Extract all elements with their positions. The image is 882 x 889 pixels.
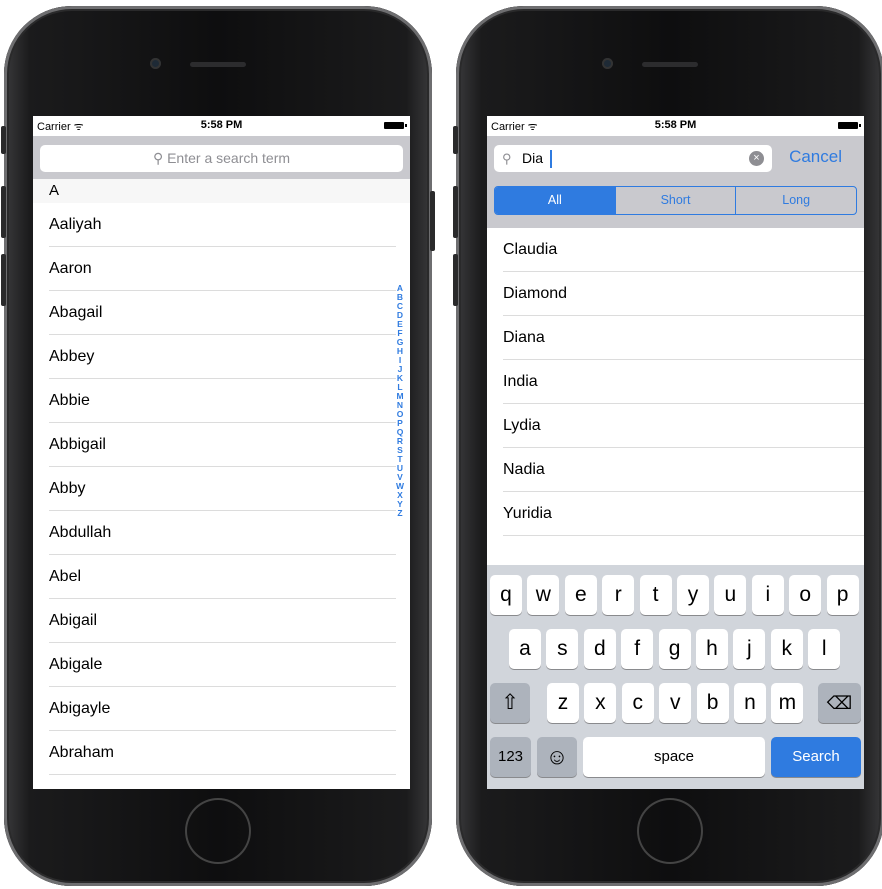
letter-key[interactable]: k [770, 629, 803, 669]
letter-key[interactable]: z [547, 683, 579, 723]
index-letter[interactable]: Z [394, 509, 406, 518]
keyboard: qwertyuiop asdfghjkl ⇧ zxcvbnm ⌫ 123 ☺ s… [487, 565, 864, 789]
home-button[interactable] [637, 798, 703, 864]
right-screen: Carrier ᯤ 5:58 PM ⚲ Dia × Cancel All Sho… [487, 116, 864, 789]
letter-key[interactable]: l [808, 629, 841, 669]
emoji-key[interactable]: ☺ [537, 737, 577, 777]
status-bar: Carrier ᯤ 5:58 PM [487, 116, 864, 136]
search-icon: ⚲ [502, 151, 512, 166]
search-key[interactable]: Search [771, 737, 861, 777]
text-cursor [550, 150, 552, 168]
letter-key[interactable]: e [564, 575, 597, 615]
letter-key[interactable]: f [621, 629, 654, 669]
volume-up-button [1, 186, 6, 238]
list-item[interactable]: Aaliyah [33, 203, 410, 247]
camera-icon [602, 58, 613, 69]
result-item[interactable]: Claudia [487, 228, 864, 272]
search-input[interactable]: ⚲ Enter a search term [40, 145, 403, 172]
space-key[interactable]: space [583, 737, 765, 777]
letter-key[interactable]: d [583, 629, 616, 669]
volume-down-button [453, 254, 458, 306]
battery-icon [838, 122, 861, 129]
list-item[interactable]: Abby [33, 467, 410, 511]
mute-switch [1, 126, 6, 154]
letter-key[interactable]: q [490, 575, 522, 615]
scope-all[interactable]: All [495, 187, 615, 214]
right-phone: Carrier ᯤ 5:58 PM ⚲ Dia × Cancel All Sho… [453, 6, 882, 886]
status-bar: Carrier ᯤ 5:58 PM [33, 116, 410, 136]
letter-key[interactable]: y [677, 575, 709, 615]
letter-key[interactable]: u [714, 575, 747, 615]
result-item[interactable]: Nadia [487, 448, 864, 492]
list-item[interactable]: Abraham [33, 731, 410, 775]
results-list: Claudia Diamond Diana India Lydia Nadia Yuridi… [487, 228, 864, 536]
letter-key[interactable]: x [584, 683, 617, 723]
search-text: Dia [522, 150, 544, 166]
scope-segmented-control: All Short Long [494, 186, 857, 215]
status-time: 5:58 PM [654, 119, 697, 131]
letter-key[interactable]: h [696, 629, 728, 669]
result-item[interactable]: Yuridia [487, 492, 864, 536]
search-bar: ⚲ Enter a search term [33, 136, 410, 179]
camera-icon [150, 58, 161, 69]
letter-key[interactable]: v [659, 683, 692, 723]
battery-icon [384, 122, 407, 129]
scope-short[interactable]: Short [614, 187, 736, 214]
delete-key[interactable]: ⌫ [818, 683, 861, 723]
name-list: Aaliyah Aaron Abagail Abbey Abbie Abbigail Abb… [33, 203, 410, 775]
result-item[interactable]: India [487, 360, 864, 404]
search-bar: ⚲ Dia × Cancel All Short Long [487, 136, 864, 228]
result-item[interactable]: Diana [487, 316, 864, 360]
shift-key[interactable]: ⇧ [490, 683, 530, 723]
mute-switch [453, 126, 458, 154]
letter-key[interactable]: a [509, 629, 541, 669]
letter-key[interactable]: r [602, 575, 635, 615]
letter-key[interactable]: o [789, 575, 822, 615]
numbers-key[interactable]: 123 [490, 737, 531, 777]
letter-key[interactable]: c [621, 683, 654, 723]
list-item[interactable]: Abbey [33, 335, 410, 379]
volume-up-button [453, 186, 458, 238]
letter-key[interactable]: w [527, 575, 560, 615]
letter-key[interactable]: n [734, 683, 766, 723]
list-item[interactable]: Abagail [33, 291, 410, 335]
list-item[interactable]: Abbigail [33, 423, 410, 467]
letter-key[interactable]: s [546, 629, 579, 669]
letter-key[interactable]: t [639, 575, 672, 615]
letter-key[interactable]: g [658, 629, 691, 669]
letter-key[interactable]: p [826, 575, 859, 615]
list-item[interactable]: Abigale [33, 643, 410, 687]
letter-key[interactable]: j [733, 629, 766, 669]
power-button [430, 191, 435, 251]
search-input[interactable]: ⚲ Dia × [494, 145, 772, 172]
result-item[interactable]: Lydia [487, 404, 864, 448]
letter-key[interactable]: b [696, 683, 729, 723]
section-index[interactable]: ABCDEFGHIJKLMNOPQRSTUVWXYZ [394, 284, 406, 518]
list-item[interactable]: Abigayle [33, 687, 410, 731]
status-time: 5:58 PM [200, 119, 243, 131]
speaker-grille [190, 62, 246, 67]
speaker-grille [642, 62, 698, 67]
volume-down-button [1, 254, 6, 306]
list-item[interactable]: Abel [33, 555, 410, 599]
cancel-button[interactable]: Cancel [789, 147, 842, 167]
letter-key[interactable]: i [751, 575, 784, 615]
scope-long[interactable]: Long [735, 187, 856, 214]
list-item[interactable]: Abbie [33, 379, 410, 423]
list-item[interactable]: Abigail [33, 599, 410, 643]
list-item[interactable]: Abdullah [33, 511, 410, 555]
letter-key[interactable]: m [771, 683, 804, 723]
result-item[interactable]: Diamond [487, 272, 864, 316]
section-header: A [33, 179, 410, 203]
left-screen: Carrier ᯤ 5:58 PM ⚲ Enter a search term … [33, 116, 410, 789]
list-item[interactable]: Aaron [33, 247, 410, 291]
home-button[interactable] [185, 798, 251, 864]
left-phone: Carrier ᯤ 5:58 PM ⚲ Enter a search term … [1, 6, 435, 886]
clear-icon[interactable]: × [749, 151, 764, 166]
